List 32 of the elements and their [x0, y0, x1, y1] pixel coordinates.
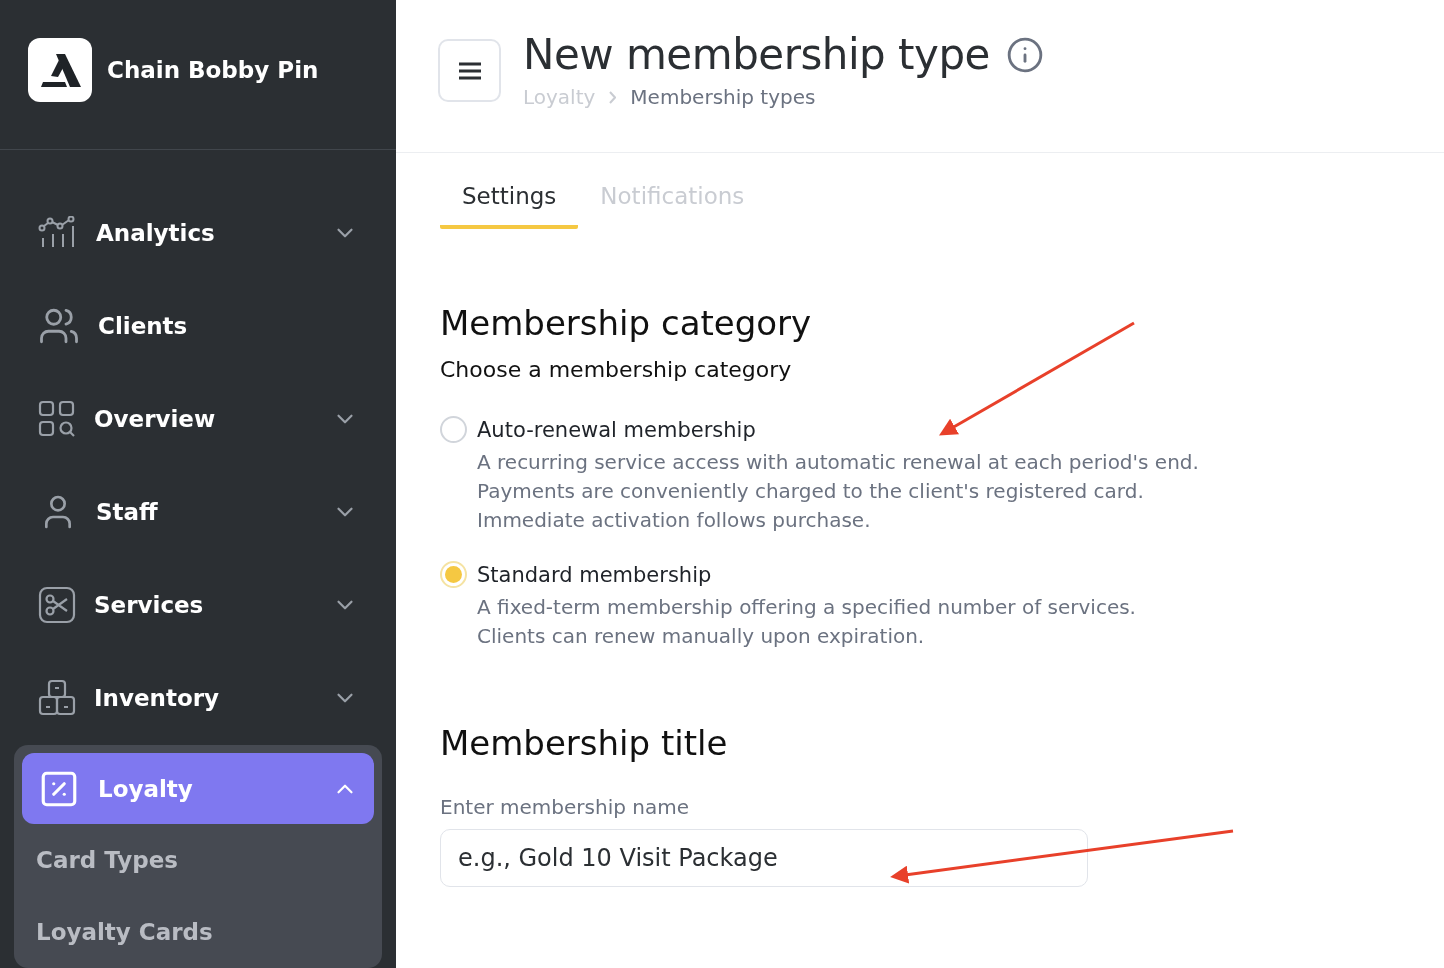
section-subheading: Choose a membership category: [440, 357, 793, 382]
input-field[interactable]: e.g., Gold 10 Visit Package: [440, 829, 1088, 887]
option-label: Standard membership: [477, 563, 713, 587]
radio-button[interactable]: [440, 416, 467, 443]
page-title: New membership type: [523, 30, 990, 79]
nav-subitem[interactable]: Loyalty Cards: [22, 896, 374, 968]
nav-item[interactable]: Staff: [14, 465, 382, 558]
nav-item[interactable]: Inventory: [14, 651, 382, 744]
info-icon[interactable]: [1005, 35, 1044, 74]
chevron-right-icon: [609, 90, 617, 104]
breadcrumb-link[interactable]: Membership types: [630, 85, 816, 109]
brand-name: Chain Bobby Pin: [107, 56, 319, 83]
nav-item[interactable]: Analytics: [14, 186, 382, 279]
menu-icon: [458, 61, 481, 80]
section-heading: Membership title: [440, 723, 729, 763]
nav-item[interactable]: Services: [14, 558, 382, 651]
radio-button[interactable]: [440, 561, 467, 588]
option-description: A recurring service access with automatic renewal at each period's end. Payments are conveniently charged to the client's registered card. Immediate activation follows purchase.: [477, 449, 1199, 534]
nav-subitem[interactable]: Card Types: [22, 824, 374, 896]
nav-item[interactable]: Loyalty: [22, 753, 374, 824]
field-label: Enter membership name: [440, 795, 690, 819]
grid-search-icon: [38, 399, 76, 438]
nav-item[interactable]: Clients: [14, 279, 382, 372]
nav-item[interactable]: Overview: [14, 372, 382, 465]
menu-button[interactable]: [438, 39, 501, 102]
tab[interactable]: Settings: [440, 173, 579, 229]
logo-icon: [28, 37, 92, 102]
boxes-icon: [38, 678, 76, 717]
option-description: A fixed-term membership offering a specified number of services. Clients can renew manually upon expiration.: [477, 594, 1136, 650]
option-label: Auto-renewal membership: [477, 418, 757, 442]
scissors-icon: [38, 585, 76, 624]
section-heading: Membership category: [440, 303, 813, 343]
